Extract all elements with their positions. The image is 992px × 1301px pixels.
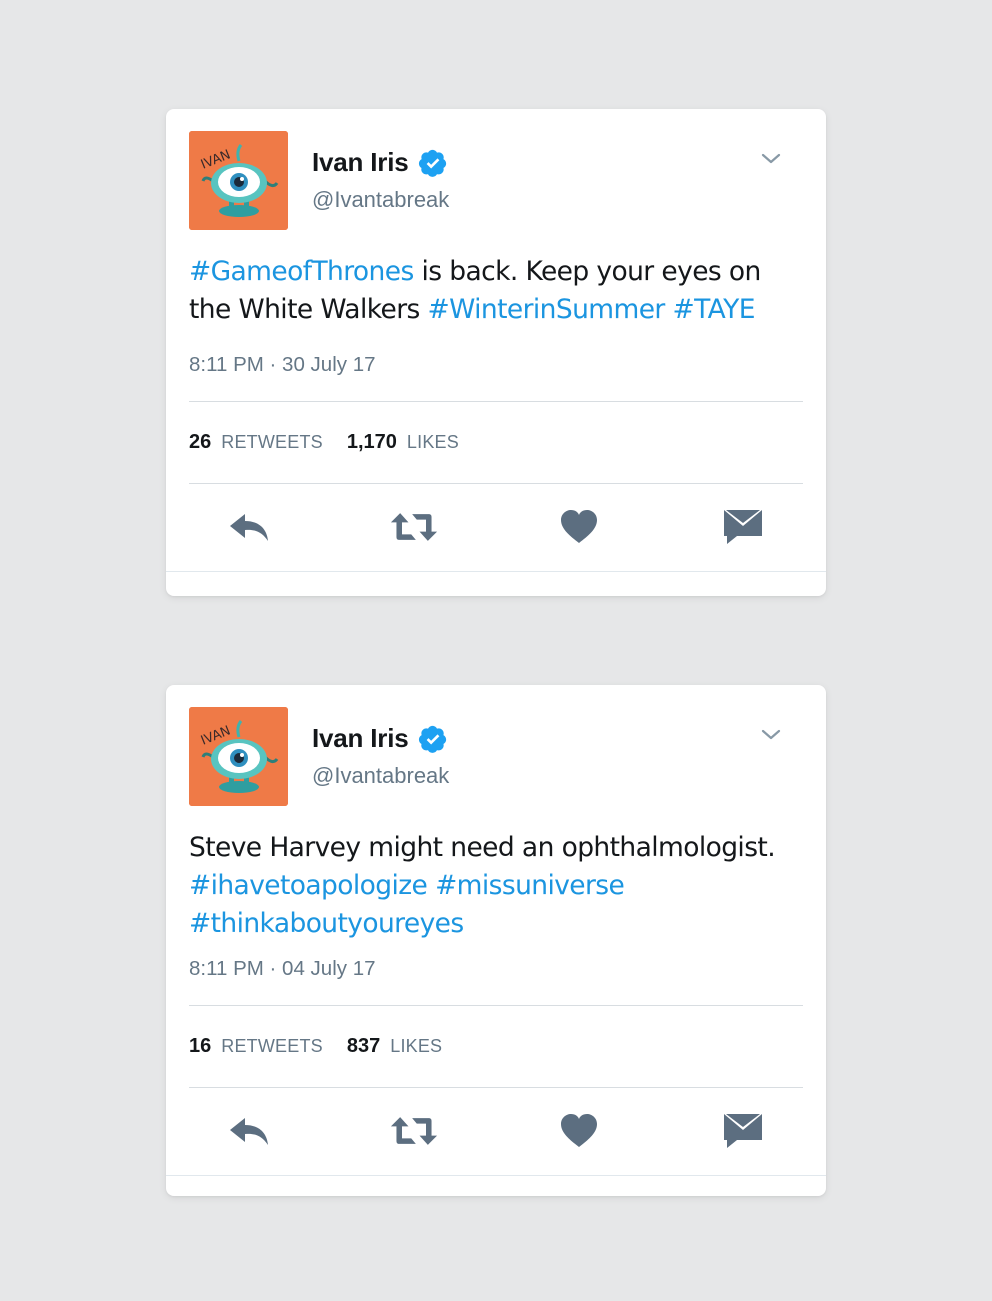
user-name-row: Ivan Iris bbox=[312, 723, 448, 754]
display-name[interactable]: Ivan Iris bbox=[312, 147, 409, 178]
retweet-icon bbox=[390, 513, 438, 541]
tweet-actions bbox=[166, 507, 826, 547]
retweet-label[interactable]: RETWEETS bbox=[221, 432, 323, 453]
retweet-button[interactable] bbox=[390, 1111, 438, 1151]
tweet-stats: 16 RETWEETS 837 LIKES bbox=[189, 1035, 466, 1058]
tweet-card: IVAN Ivan Iris @Ivantabreak Steve Harvey… bbox=[166, 685, 826, 1196]
chevron-down-icon[interactable] bbox=[759, 147, 783, 171]
chevron-down-icon[interactable] bbox=[759, 723, 783, 747]
divider bbox=[166, 571, 826, 572]
hashtag-link[interactable]: #ihavetoapologize bbox=[189, 870, 428, 901]
divider bbox=[189, 483, 803, 484]
display-name[interactable]: Ivan Iris bbox=[312, 723, 409, 754]
retweet-icon bbox=[390, 1117, 438, 1145]
heart-icon bbox=[561, 510, 597, 543]
direct-message-button[interactable] bbox=[719, 507, 767, 547]
envelope-icon bbox=[724, 1114, 762, 1148]
retweet-button[interactable] bbox=[390, 507, 438, 547]
avatar[interactable]: IVAN bbox=[189, 707, 288, 806]
reply-button[interactable] bbox=[226, 507, 274, 547]
divider bbox=[189, 1005, 803, 1006]
like-count[interactable]: 837 bbox=[347, 1035, 380, 1058]
eye-monster-icon: IVAN bbox=[189, 131, 288, 230]
eye-monster-icon: IVAN bbox=[189, 707, 288, 806]
heart-icon bbox=[561, 1114, 597, 1147]
user-name-row: Ivan Iris bbox=[312, 147, 448, 178]
tweet-actions bbox=[166, 1111, 826, 1151]
avatar[interactable]: IVAN bbox=[189, 131, 288, 230]
tweet-stats: 26 RETWEETS 1,170 LIKES bbox=[189, 431, 483, 454]
tweet-timestamp[interactable]: 8:11 PM · 30 July 17 bbox=[189, 353, 376, 377]
tweet-timestamp[interactable]: 8:11 PM · 04 July 17 bbox=[189, 957, 376, 981]
like-label[interactable]: LIKES bbox=[407, 432, 459, 453]
hashtag-link[interactable]: #TAYE bbox=[673, 294, 756, 325]
like-label[interactable]: LIKES bbox=[390, 1036, 442, 1057]
user-handle[interactable]: @Ivantabreak bbox=[312, 763, 449, 789]
user-handle[interactable]: @Ivantabreak bbox=[312, 187, 449, 213]
tweet-card: IVAN Ivan Iris @Ivantabreak #GameofThron… bbox=[166, 109, 826, 596]
retweet-count[interactable]: 26 bbox=[189, 431, 211, 454]
hashtag-link[interactable]: #WinterinSummer bbox=[428, 294, 666, 325]
tweet-text-segment: Steve Harvey might need an ophthalmologi… bbox=[189, 832, 776, 863]
direct-message-button[interactable] bbox=[719, 1111, 767, 1151]
retweet-label[interactable]: RETWEETS bbox=[221, 1036, 323, 1057]
tweet-text-segment bbox=[665, 294, 673, 325]
divider bbox=[189, 401, 803, 402]
divider bbox=[189, 1087, 803, 1088]
tweet-text: Steve Harvey might need an ophthalmologi… bbox=[189, 829, 806, 943]
tweet-text-segment bbox=[427, 870, 435, 901]
verified-badge-icon bbox=[419, 149, 447, 177]
hashtag-link[interactable]: #missuniverse bbox=[435, 870, 625, 901]
like-button[interactable] bbox=[555, 507, 603, 547]
envelope-icon bbox=[724, 510, 762, 544]
like-count[interactable]: 1,170 bbox=[347, 431, 397, 454]
reply-icon bbox=[230, 1118, 268, 1145]
verified-badge-icon bbox=[419, 725, 447, 753]
reply-icon bbox=[230, 514, 268, 541]
tweet-text: #GameofThrones is back. Keep your eyes o… bbox=[189, 253, 806, 329]
retweet-count[interactable]: 16 bbox=[189, 1035, 211, 1058]
hashtag-link[interactable]: #thinkaboutyoureyes bbox=[189, 908, 464, 939]
like-button[interactable] bbox=[555, 1111, 603, 1151]
divider bbox=[166, 1175, 826, 1176]
hashtag-link[interactable]: #GameofThrones bbox=[189, 256, 414, 287]
reply-button[interactable] bbox=[226, 1111, 274, 1151]
